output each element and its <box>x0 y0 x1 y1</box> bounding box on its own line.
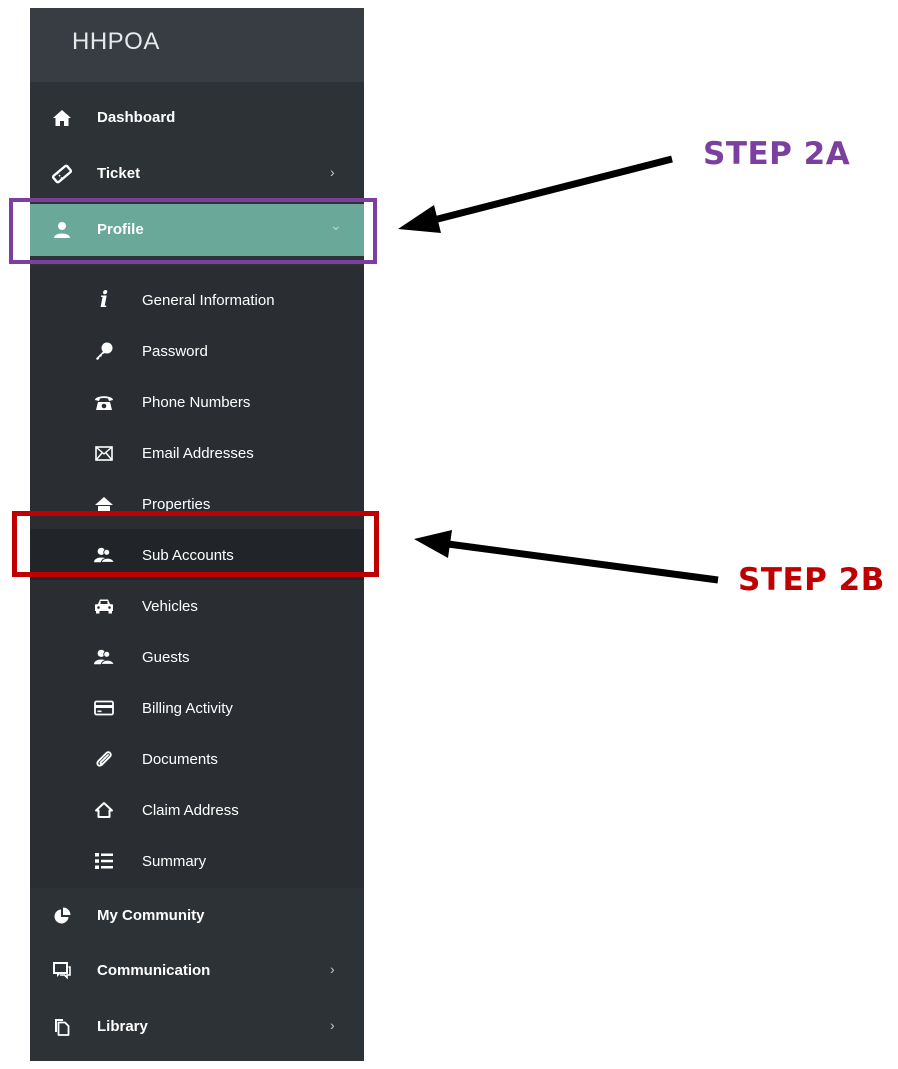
step-2a-label: STEP 2A <box>703 136 851 172</box>
step-2b-label: STEP 2B <box>738 562 885 598</box>
step-2b-arrow <box>414 530 719 584</box>
step-2a-arrow <box>398 155 673 233</box>
